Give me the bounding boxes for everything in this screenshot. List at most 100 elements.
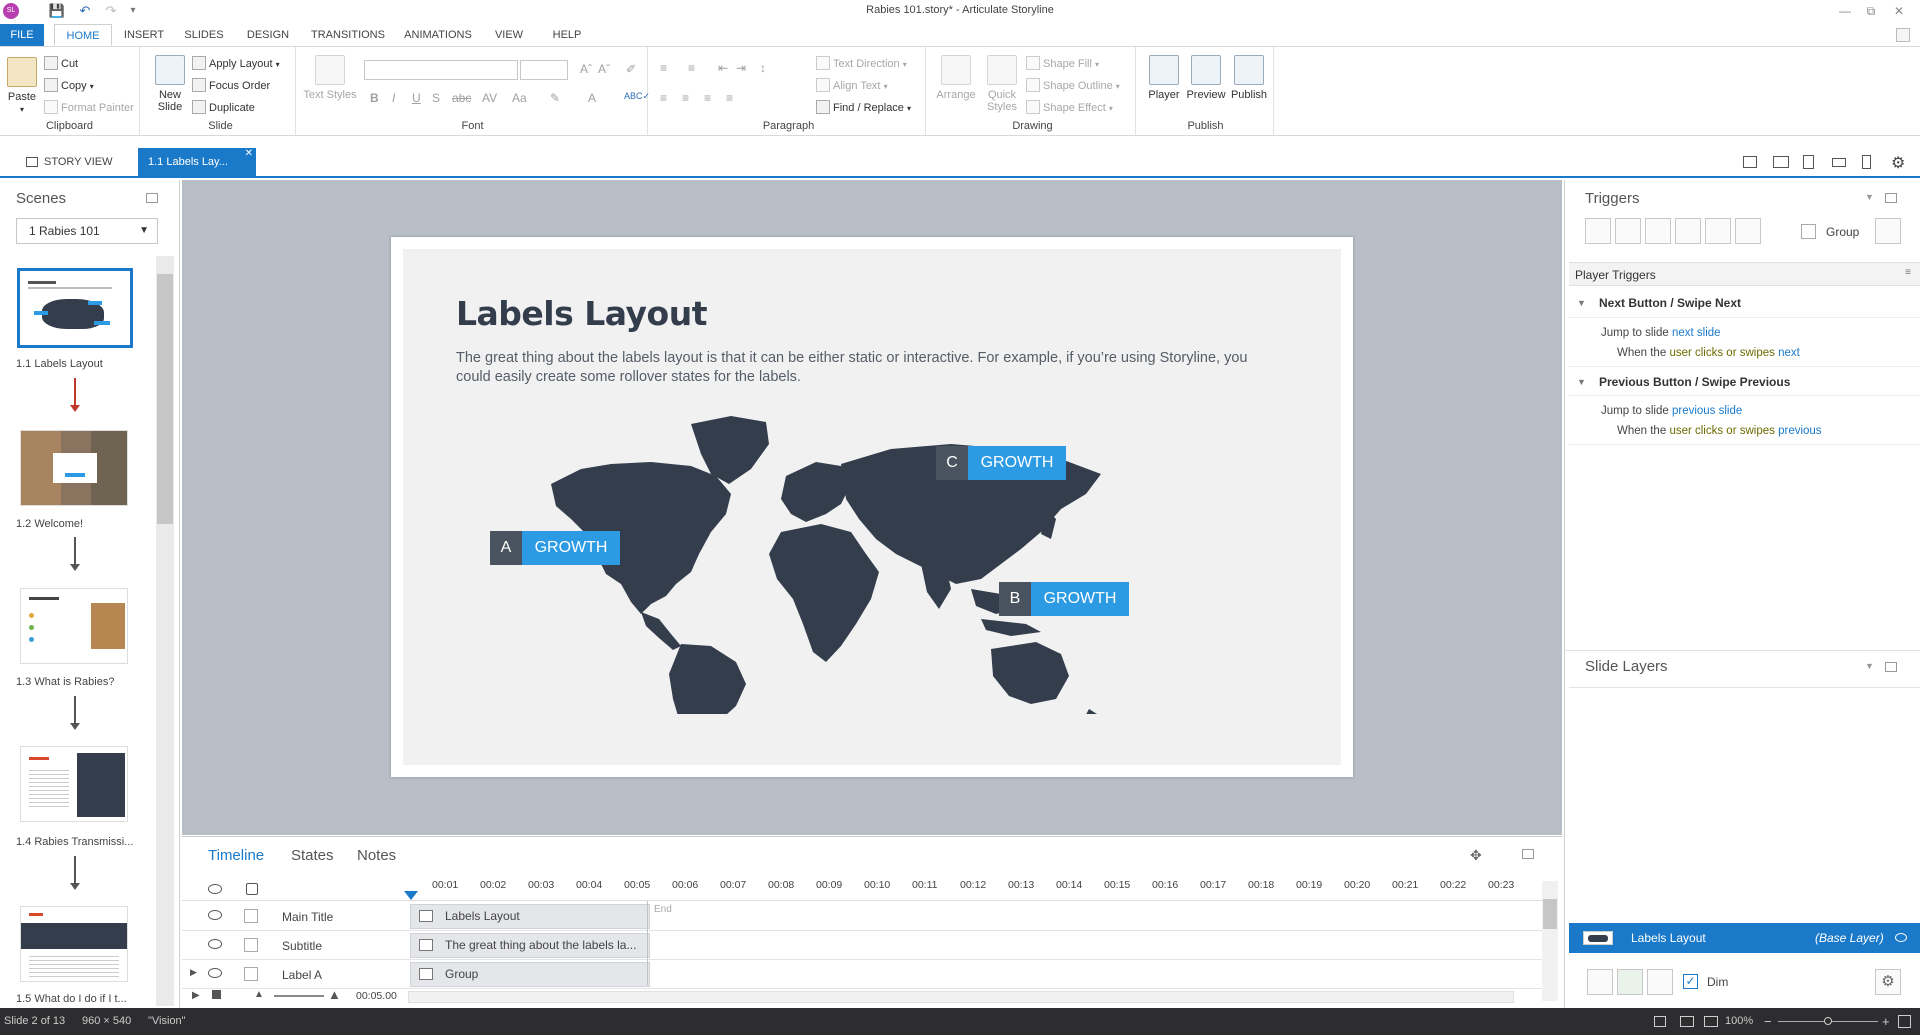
duplicate-layer-icon[interactable] [1617, 969, 1643, 995]
stop-icon[interactable] [212, 990, 221, 999]
justify-icon[interactable]: ≡ [726, 91, 733, 105]
scenes-scrollbar[interactable] [156, 256, 174, 1006]
shape-effect-button[interactable]: Shape Effect ▾ [1026, 99, 1113, 117]
timeline-vscrollbar[interactable] [1542, 881, 1558, 1001]
timeline-zoom-slider[interactable] [274, 995, 324, 997]
trigger-condition[interactable]: When the user clicks or swipes previous [1617, 425, 1822, 437]
delete-trigger-icon[interactable] [1705, 218, 1731, 244]
zoom-out-icon[interactable]: ▲ [254, 989, 264, 1000]
trigger-condition[interactable]: When the user clicks or swipes next [1617, 347, 1800, 359]
underline-icon[interactable]: U [412, 91, 421, 105]
slide-thumbnail-5[interactable] [20, 906, 128, 982]
fit-to-window-icon[interactable] [1704, 1016, 1718, 1027]
slide-label-4[interactable]: 1.4 Rabies Transmissi... [16, 836, 136, 848]
close-button[interactable]: ✕ [1886, 2, 1912, 20]
tab-animations[interactable]: ANIMATIONS [398, 24, 478, 46]
text-styles-button[interactable]: Text Styles [302, 55, 358, 101]
trigger-section-previous[interactable]: ▼ Previous Button / Swipe Previous [1569, 366, 1920, 396]
trigger-section-next[interactable]: ▼ Next Button / Swipe Next [1569, 288, 1920, 318]
slide-thumbnail-3[interactable] [20, 588, 128, 664]
focus-order-button[interactable]: Focus Order [192, 77, 270, 95]
clear-format-icon[interactable]: ✐ [626, 62, 636, 76]
lock-checkbox[interactable] [244, 967, 258, 981]
shadow-icon[interactable]: S [432, 91, 440, 105]
publish-button[interactable]: Publish [1228, 55, 1270, 101]
align-center-icon[interactable]: ≡ [682, 91, 689, 105]
font-color-icon[interactable]: A [588, 91, 596, 105]
trigger-action-target[interactable]: previous slide [1672, 405, 1742, 417]
label-b-letter[interactable]: B [999, 582, 1031, 616]
phone-landscape-icon[interactable] [1832, 158, 1846, 167]
bold-icon[interactable]: B [370, 91, 379, 105]
copy-button[interactable]: Copy ▾ [44, 77, 94, 95]
label-a-letter[interactable]: A [490, 531, 522, 565]
chevron-down-icon[interactable]: ▼ [1577, 288, 1586, 318]
scenes-scrollbar-thumb[interactable] [157, 274, 173, 524]
restore-button[interactable]: ⧉ [1858, 2, 1884, 20]
tab-file[interactable]: FILE [0, 24, 44, 46]
tablet-landscape-icon[interactable] [1773, 156, 1789, 168]
show-all-eye-icon[interactable] [208, 884, 222, 894]
tab-insert[interactable]: INSERT [118, 24, 170, 46]
timeline-object-bar[interactable]: Group [410, 962, 650, 987]
trigger-condition-event[interactable]: user clicks or swipes [1669, 347, 1774, 359]
strikethrough-icon[interactable]: abc [452, 91, 471, 105]
text-direction-button[interactable]: Text Direction ▾ [816, 55, 907, 73]
numbering-icon[interactable]: ≡ [688, 61, 695, 75]
trigger-action[interactable]: Jump to slide next slide [1601, 327, 1721, 339]
timeline-hscrollbar[interactable] [408, 991, 1514, 1003]
triggers-dock-icon[interactable] [1885, 193, 1897, 203]
zoom-in-button[interactable]: + [1882, 1008, 1890, 1035]
bullets-icon[interactable]: ≡ [660, 61, 667, 75]
normal-view-status-icon[interactable] [1680, 1016, 1694, 1027]
dim-checkbox[interactable]: ✓ [1683, 974, 1698, 989]
timeline-row[interactable]: Main Title Labels Layout End [182, 902, 1542, 931]
desktop-view-icon[interactable] [1743, 156, 1757, 168]
layers-menu-icon[interactable]: ▼ [1865, 661, 1874, 671]
player-button[interactable]: Player [1144, 55, 1184, 101]
slide-label-1[interactable]: 1.1 Labels Layout [16, 358, 136, 370]
base-layer-row[interactable]: Labels Layout (Base Layer) [1569, 923, 1920, 953]
expand-row-icon[interactable]: ▶ [190, 967, 197, 978]
shrink-font-icon[interactable]: Aˇ [598, 62, 610, 76]
copy-trigger-icon[interactable] [1645, 218, 1671, 244]
shape-outline-button[interactable]: Shape Outline ▾ [1026, 77, 1120, 95]
triggers-menu-icon[interactable]: ▼ [1865, 192, 1874, 202]
reorder-trigger-icon[interactable] [1735, 218, 1761, 244]
tab-story-view[interactable]: STORY VIEW [20, 148, 130, 176]
duplicate-button[interactable]: Duplicate [192, 99, 255, 117]
settings-gear-icon[interactable]: ⚙ [1891, 153, 1905, 173]
arrange-button[interactable]: Arrange [934, 55, 978, 101]
tablet-portrait-icon[interactable] [1803, 155, 1814, 169]
layer-properties-gear-icon[interactable]: ⚙ [1875, 969, 1901, 995]
timeline-row[interactable]: ▶ Label A Group [182, 960, 1542, 989]
font-size-select[interactable] [520, 60, 568, 80]
trigger-condition-target[interactable]: previous [1778, 425, 1821, 437]
line-spacing-icon[interactable]: ↕ [760, 61, 766, 75]
world-map-image[interactable] [541, 414, 1171, 714]
timeline-object-bar[interactable]: The great thing about the labels la... [410, 933, 650, 958]
trigger-action[interactable]: Jump to slide previous slide [1601, 405, 1742, 417]
character-spacing-icon[interactable]: AV [482, 91, 497, 105]
edit-trigger-icon[interactable] [1615, 218, 1641, 244]
timeline-dock-icon[interactable] [1522, 849, 1534, 859]
timeline-object-bar[interactable]: Labels Layout [410, 904, 650, 929]
layers-dock-icon[interactable] [1885, 662, 1897, 672]
tab-notes[interactable]: Notes [357, 847, 396, 864]
preview-button[interactable]: Preview [1186, 55, 1226, 101]
zoom-out-button[interactable]: − [1764, 1008, 1772, 1035]
timeline-row[interactable]: Subtitle The great thing about the label… [182, 931, 1542, 960]
zoom-level[interactable]: 100% [1725, 1008, 1753, 1035]
delete-layer-icon[interactable] [1647, 969, 1673, 995]
new-trigger-icon[interactable] [1585, 218, 1611, 244]
tab-home[interactable]: HOME [54, 24, 112, 46]
new-slide-button[interactable]: New Slide [150, 55, 190, 113]
align-left-icon[interactable]: ≡ [660, 91, 667, 105]
tab-states[interactable]: States [291, 847, 334, 864]
font-family-select[interactable] [364, 60, 518, 80]
lock-all-icon[interactable] [246, 883, 258, 895]
slide-thumbnail-4[interactable] [20, 746, 128, 822]
slide-title[interactable]: Labels Layout [456, 294, 707, 333]
fit-slide-icon[interactable] [1898, 1015, 1911, 1028]
apply-layout-button[interactable]: Apply Layout ▾ [192, 55, 280, 73]
